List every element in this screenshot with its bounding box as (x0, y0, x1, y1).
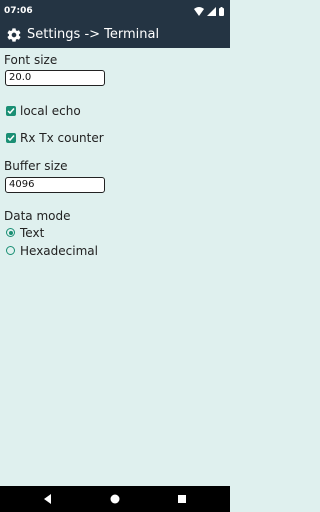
navigation-bar (0, 486, 230, 512)
gear-icon[interactable] (6, 27, 22, 43)
local-echo-label[interactable]: local echo (20, 104, 81, 118)
buffer-size-input[interactable]: 4096 (5, 177, 105, 193)
back-icon[interactable] (42, 493, 54, 505)
radio-hexadecimal-label[interactable]: Hexadecimal (20, 244, 98, 258)
local-echo-checkbox[interactable] (6, 106, 16, 116)
radio-text[interactable] (6, 228, 15, 237)
rx-tx-counter-checkbox[interactable] (6, 133, 16, 143)
font-size-label: Font size (4, 53, 58, 67)
app-bar: Settings -> Terminal (0, 22, 230, 48)
buffer-size-label: Buffer size (4, 159, 68, 173)
rx-tx-counter-label[interactable]: Rx Tx counter (20, 131, 104, 145)
font-size-input[interactable]: 20.0 (5, 70, 105, 86)
radio-hexadecimal[interactable] (6, 246, 15, 255)
wifi-icon (194, 6, 204, 16)
data-mode-label: Data mode (4, 209, 71, 223)
status-icons (194, 5, 224, 17)
checkmark-icon (7, 108, 15, 115)
page-title: Settings -> Terminal (27, 27, 160, 42)
radio-text-label[interactable]: Text (20, 226, 44, 240)
signal-icon (207, 6, 216, 16)
status-bar: 07:06 (0, 0, 230, 22)
recents-icon[interactable] (176, 493, 188, 505)
home-icon[interactable] (109, 493, 121, 505)
battery-icon (219, 6, 224, 16)
status-time: 07:06 (4, 6, 33, 16)
checkmark-icon (7, 135, 15, 142)
